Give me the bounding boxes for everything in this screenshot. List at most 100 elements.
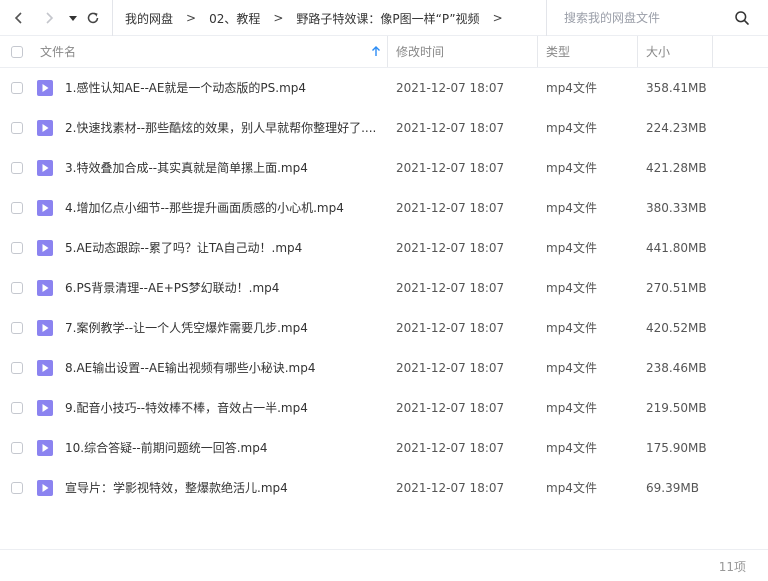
search-input[interactable] bbox=[564, 9, 724, 27]
file-modified: 2021-12-07 18:07 bbox=[396, 361, 505, 375]
file-modified: 2021-12-07 18:07 bbox=[396, 161, 505, 175]
file-row[interactable]: 1.感性认知AE--AE就是一个动态版的PS.mp4 2021-12-07 18… bbox=[0, 68, 768, 108]
file-row[interactable]: 6.PS背景清理--AE+PS梦幻联动！.mp4 2021-12-07 18:0… bbox=[0, 268, 768, 308]
file-name[interactable]: 7.案例教学--让一个人凭空爆炸需要几步.mp4 bbox=[65, 308, 308, 348]
file-name[interactable]: 宣导片：学影视特效，整爆款绝活儿.mp4 bbox=[65, 468, 288, 508]
file-name[interactable]: 8.AE输出设置--AE输出视频有哪些小秘诀.mp4 bbox=[65, 348, 315, 388]
file-modified: 2021-12-07 18:07 bbox=[396, 441, 505, 455]
file-modified: 2021-12-07 18:07 bbox=[396, 241, 505, 255]
file-name[interactable]: 2.快速找素材--那些酷炫的效果，别人早就帮你整理好了.... bbox=[65, 108, 376, 148]
file-modified: 2021-12-07 18:07 bbox=[396, 81, 505, 95]
column-header-modified[interactable]: 修改时间 bbox=[396, 36, 444, 67]
file-row[interactable]: 9.配音小技巧--特效棒不棒，音效占一半.mp4 2021-12-07 18:0… bbox=[0, 388, 768, 428]
breadcrumb-separator: > bbox=[273, 11, 284, 25]
row-checkbox[interactable] bbox=[11, 242, 23, 254]
file-type: mp4文件 bbox=[546, 161, 597, 175]
breadcrumb-separator: > bbox=[492, 11, 503, 25]
chevron-right-icon bbox=[46, 12, 54, 24]
status-bar: 11项 bbox=[0, 549, 768, 581]
column-header-size[interactable]: 大小 bbox=[646, 36, 670, 67]
forward-button[interactable] bbox=[38, 7, 60, 29]
column-divider[interactable] bbox=[712, 36, 713, 67]
file-row[interactable]: 10.综合答疑--前期问题统一回答.mp4 2021-12-07 18:07 m… bbox=[0, 428, 768, 468]
file-name[interactable]: 6.PS背景清理--AE+PS梦幻联动！.mp4 bbox=[65, 268, 279, 308]
select-all-cell bbox=[11, 36, 23, 67]
breadcrumb-item-home[interactable]: 我的网盘 bbox=[125, 10, 173, 27]
file-row[interactable]: 宣导片：学影视特效，整爆款绝活儿.mp4 2021-12-07 18:07 mp… bbox=[0, 468, 768, 508]
refresh-button[interactable] bbox=[82, 7, 104, 29]
file-size: 224.23MB bbox=[646, 121, 707, 135]
file-row[interactable]: 7.案例教学--让一个人凭空爆炸需要几步.mp4 2021-12-07 18:0… bbox=[0, 308, 768, 348]
row-checkbox[interactable] bbox=[11, 362, 23, 374]
row-checkbox[interactable] bbox=[11, 162, 23, 174]
file-type: mp4文件 bbox=[546, 201, 597, 215]
file-row[interactable]: 2.快速找素材--那些酷炫的效果，别人早就帮你整理好了.... 2021-12-… bbox=[0, 108, 768, 148]
row-checkbox[interactable] bbox=[11, 282, 23, 294]
search-box bbox=[546, 0, 768, 36]
video-file-icon bbox=[37, 440, 53, 456]
file-name[interactable]: 4.增加亿点小细节--那些提升画面质感的小心机.mp4 bbox=[65, 188, 344, 228]
history-dropdown-button[interactable] bbox=[62, 7, 84, 29]
file-size: 69.39MB bbox=[646, 481, 699, 495]
file-list-header: 文件名 修改时间 类型 大小 bbox=[0, 36, 768, 68]
file-type: mp4文件 bbox=[546, 481, 597, 495]
column-divider[interactable] bbox=[637, 36, 638, 67]
video-file-icon bbox=[37, 480, 53, 496]
file-size: 238.46MB bbox=[646, 361, 707, 375]
select-all-checkbox[interactable] bbox=[11, 45, 23, 58]
file-row[interactable]: 4.增加亿点小细节--那些提升画面质感的小心机.mp4 2021-12-07 1… bbox=[0, 188, 768, 228]
file-name[interactable]: 1.感性认知AE--AE就是一个动态版的PS.mp4 bbox=[65, 68, 306, 108]
file-modified: 2021-12-07 18:07 bbox=[396, 321, 505, 335]
file-modified: 2021-12-07 18:07 bbox=[396, 121, 505, 135]
column-divider[interactable] bbox=[387, 36, 388, 67]
file-size: 380.33MB bbox=[646, 201, 707, 215]
file-name[interactable]: 10.综合答疑--前期问题统一回答.mp4 bbox=[65, 428, 268, 468]
search-icon[interactable] bbox=[734, 10, 750, 26]
column-header-type[interactable]: 类型 bbox=[546, 36, 570, 67]
breadcrumb-item-tutorials[interactable]: 02、教程 bbox=[209, 10, 260, 27]
file-modified: 2021-12-07 18:07 bbox=[396, 201, 505, 215]
back-button[interactable] bbox=[8, 7, 30, 29]
file-type: mp4文件 bbox=[546, 401, 597, 415]
breadcrumb-item-current-folder[interactable]: 野路子特效课：像P图一样“P”视频 bbox=[296, 10, 479, 27]
file-row[interactable]: 8.AE输出设置--AE输出视频有哪些小秘诀.mp4 2021-12-07 18… bbox=[0, 348, 768, 388]
file-modified: 2021-12-07 18:07 bbox=[396, 401, 505, 415]
file-size: 421.28MB bbox=[646, 161, 707, 175]
file-modified: 2021-12-07 18:07 bbox=[396, 281, 505, 295]
row-checkbox[interactable] bbox=[11, 122, 23, 134]
file-row[interactable]: 5.AE动态跟踪--累了吗？让TA自己动！.mp4 2021-12-07 18:… bbox=[0, 228, 768, 268]
row-checkbox[interactable] bbox=[11, 482, 23, 494]
arrow-up-icon[interactable] bbox=[371, 46, 381, 57]
video-file-icon bbox=[37, 160, 53, 176]
file-row[interactable]: 3.特效叠加合成--其实真就是简单摞上面.mp4 2021-12-07 18:0… bbox=[0, 148, 768, 188]
refresh-icon bbox=[87, 12, 99, 24]
file-size: 420.52MB bbox=[646, 321, 707, 335]
file-name[interactable]: 3.特效叠加合成--其实真就是简单摞上面.mp4 bbox=[65, 148, 308, 188]
file-size: 175.90MB bbox=[646, 441, 707, 455]
row-checkbox[interactable] bbox=[11, 202, 23, 214]
column-divider[interactable] bbox=[537, 36, 538, 67]
caret-down-icon bbox=[69, 16, 77, 21]
chevron-left-icon bbox=[14, 12, 22, 24]
row-checkbox[interactable] bbox=[11, 82, 23, 94]
row-checkbox[interactable] bbox=[11, 442, 23, 454]
file-type: mp4文件 bbox=[546, 361, 597, 375]
row-checkbox[interactable] bbox=[11, 322, 23, 334]
file-modified: 2021-12-07 18:07 bbox=[396, 481, 505, 495]
row-checkbox[interactable] bbox=[11, 402, 23, 414]
video-file-icon bbox=[37, 320, 53, 336]
file-size: 441.80MB bbox=[646, 241, 707, 255]
file-name[interactable]: 9.配音小技巧--特效棒不棒，音效占一半.mp4 bbox=[65, 388, 308, 428]
file-type: mp4文件 bbox=[546, 441, 597, 455]
file-type: mp4文件 bbox=[546, 121, 597, 135]
video-file-icon bbox=[37, 240, 53, 256]
column-header-name[interactable]: 文件名 bbox=[40, 36, 76, 67]
toolbar: 我的网盘 > 02、教程 > 野路子特效课：像P图一样“P”视频 > bbox=[0, 0, 768, 36]
file-size: 219.50MB bbox=[646, 401, 707, 415]
breadcrumb: 我的网盘 > 02、教程 > 野路子特效课：像P图一样“P”视频 > bbox=[112, 0, 522, 36]
file-type: mp4文件 bbox=[546, 321, 597, 335]
file-name[interactable]: 5.AE动态跟踪--累了吗？让TA自己动！.mp4 bbox=[65, 228, 302, 268]
breadcrumb-separator: > bbox=[186, 11, 197, 25]
video-file-icon bbox=[37, 80, 53, 96]
video-file-icon bbox=[37, 400, 53, 416]
